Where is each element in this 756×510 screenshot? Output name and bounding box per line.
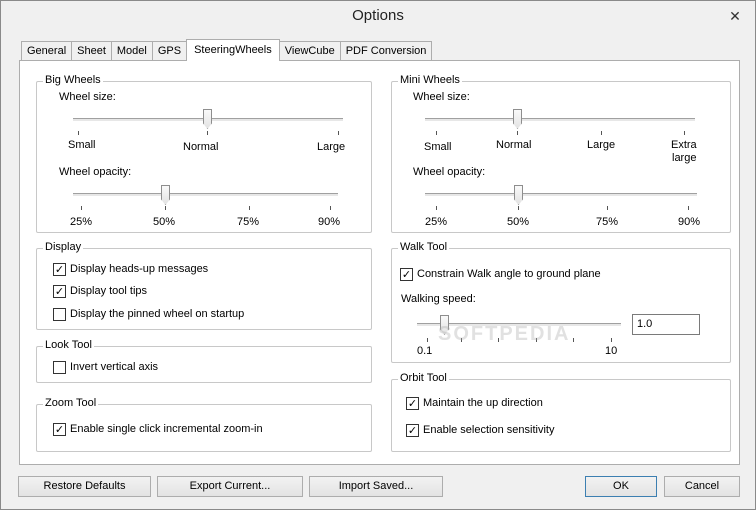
tick [78,131,79,135]
walking-speed-label: Walking speed: [401,293,476,305]
mini-wheels-group: Mini Wheels Wheel size: Small Normal Lar… [391,74,731,233]
incremental-zoom-label[interactable]: Enable single click incremental zoom-in [70,423,263,435]
look-tool-title: Look Tool [43,339,94,351]
heads-up-messages-checkbox[interactable]: ✓ [53,263,66,276]
zoom-tool-group: Zoom Tool ✓ Enable single click incremen… [36,397,372,452]
ok-button[interactable]: OK [585,476,657,497]
mini-opacity-tick-50: 50% [507,216,530,228]
big-wheel-opacity-label: Wheel opacity: [59,166,132,178]
mini-opacity-tick-90: 90% [678,216,701,228]
big-opacity-tick-50: 50% [153,216,176,228]
orbit-tool-group: Orbit Tool ✓ Maintain the up direction ✓… [391,372,731,452]
mini-wheel-opacity-track[interactable] [425,193,697,197]
tool-tips-label[interactable]: Display tool tips [70,285,147,297]
export-current-button[interactable]: Export Current... [157,476,303,497]
mini-size-tick-large: Large [587,139,616,151]
tick [573,338,574,342]
tick [518,206,519,210]
walking-speed-max: 10 [605,345,618,357]
tick [611,338,612,342]
tab-general[interactable]: General [21,41,73,61]
import-saved-button[interactable]: Import Saved... [309,476,443,497]
walking-speed-input[interactable]: 1.0 [632,314,700,335]
big-wheels-group: Big Wheels Wheel size: Small Normal Larg… [36,74,372,233]
tab-sheet[interactable]: Sheet [71,41,112,61]
look-tool-group: Look Tool Invert vertical axis [36,339,372,383]
tick [165,206,166,210]
mini-size-tick-extra: Extra [671,139,697,151]
display-title: Display [43,241,84,253]
tick [330,206,331,210]
tab-panel: Big Wheels Wheel size: Small Normal Larg… [19,60,740,465]
invert-vertical-axis-label[interactable]: Invert vertical axis [70,361,158,373]
selection-sensitivity-label[interactable]: Enable selection sensitivity [423,424,554,436]
options-dialog: Options ✕ General Sheet Model GPS Steeri… [0,0,756,510]
mini-wheel-size-label: Wheel size: [413,91,470,103]
mini-wheel-opacity-label: Wheel opacity: [413,166,486,178]
mini-wheel-size-slider[interactable] [513,109,522,129]
title-bar: Options ✕ [1,1,755,33]
selection-sensitivity-checkbox[interactable]: ✓ [406,424,419,437]
tick [81,206,82,210]
tab-viewcube[interactable]: ViewCube [278,41,341,61]
tick [207,131,208,135]
pinned-wheel-checkbox[interactable] [53,308,66,321]
big-size-tick-large: Large [317,141,346,153]
tab-model[interactable]: Model [110,41,153,61]
tick [338,131,339,135]
mini-opacity-tick-25: 25% [425,216,448,228]
walk-tool-title: Walk Tool [398,241,450,253]
mini-opacity-tick-75: 75% [596,216,619,228]
watermark: SOFTPEDIA [438,323,571,345]
walking-speed-min: 0.1 [417,345,433,357]
incremental-zoom-checkbox[interactable]: ✓ [53,423,66,436]
tick [436,206,437,210]
orbit-tool-title: Orbit Tool [398,372,449,384]
tick [688,206,689,210]
mini-wheels-title: Mini Wheels [398,74,462,86]
tick [436,131,437,135]
display-group: Display ✓ Display heads-up messages ✓ Di… [36,241,372,330]
mini-wheel-opacity-slider[interactable] [514,185,523,205]
tab-gps[interactable]: GPS [151,41,188,61]
pinned-wheel-label[interactable]: Display the pinned wheel on startup [70,308,244,320]
tick [517,131,518,135]
big-wheels-title: Big Wheels [43,74,103,86]
restore-defaults-button[interactable]: Restore Defaults [18,476,151,497]
mini-wheel-size-track[interactable] [425,118,695,122]
big-size-tick-small: Small [68,139,96,151]
mini-size-tick-small: Small [424,141,452,153]
big-opacity-tick-25: 25% [70,216,93,228]
cancel-button[interactable]: Cancel [664,476,740,497]
tool-tips-checkbox[interactable]: ✓ [53,285,66,298]
tick [601,131,602,135]
big-wheel-opacity-track[interactable] [73,193,338,197]
zoom-tool-title: Zoom Tool [43,397,99,409]
close-icon[interactable]: ✕ [725,7,745,25]
maintain-up-label[interactable]: Maintain the up direction [423,397,543,409]
tick [684,131,685,135]
mini-size-tick-normal: Normal [496,139,532,151]
big-wheel-size-slider[interactable] [203,109,212,129]
big-opacity-tick-75: 75% [237,216,260,228]
big-opacity-tick-90: 90% [318,216,341,228]
constrain-walk-checkbox[interactable]: ✓ [400,268,413,281]
invert-vertical-axis-checkbox[interactable] [53,361,66,374]
mini-size-tick-large2: large [672,152,697,164]
tick [427,338,428,342]
maintain-up-checkbox[interactable]: ✓ [406,397,419,410]
big-wheel-opacity-slider[interactable] [161,185,170,205]
tab-pdf-conversion[interactable]: PDF Conversion [339,41,433,61]
window-title: Options [352,7,404,24]
big-size-tick-normal: Normal [183,141,219,153]
tick [607,206,608,210]
heads-up-messages-label[interactable]: Display heads-up messages [70,263,208,275]
tab-steeringwheels[interactable]: SteeringWheels [186,39,280,61]
big-wheel-size-label: Wheel size: [59,91,116,103]
tab-strip: General Sheet Model GPS SteeringWheels V… [21,39,433,61]
constrain-walk-label[interactable]: Constrain Walk angle to ground plane [417,268,601,280]
tick [249,206,250,210]
